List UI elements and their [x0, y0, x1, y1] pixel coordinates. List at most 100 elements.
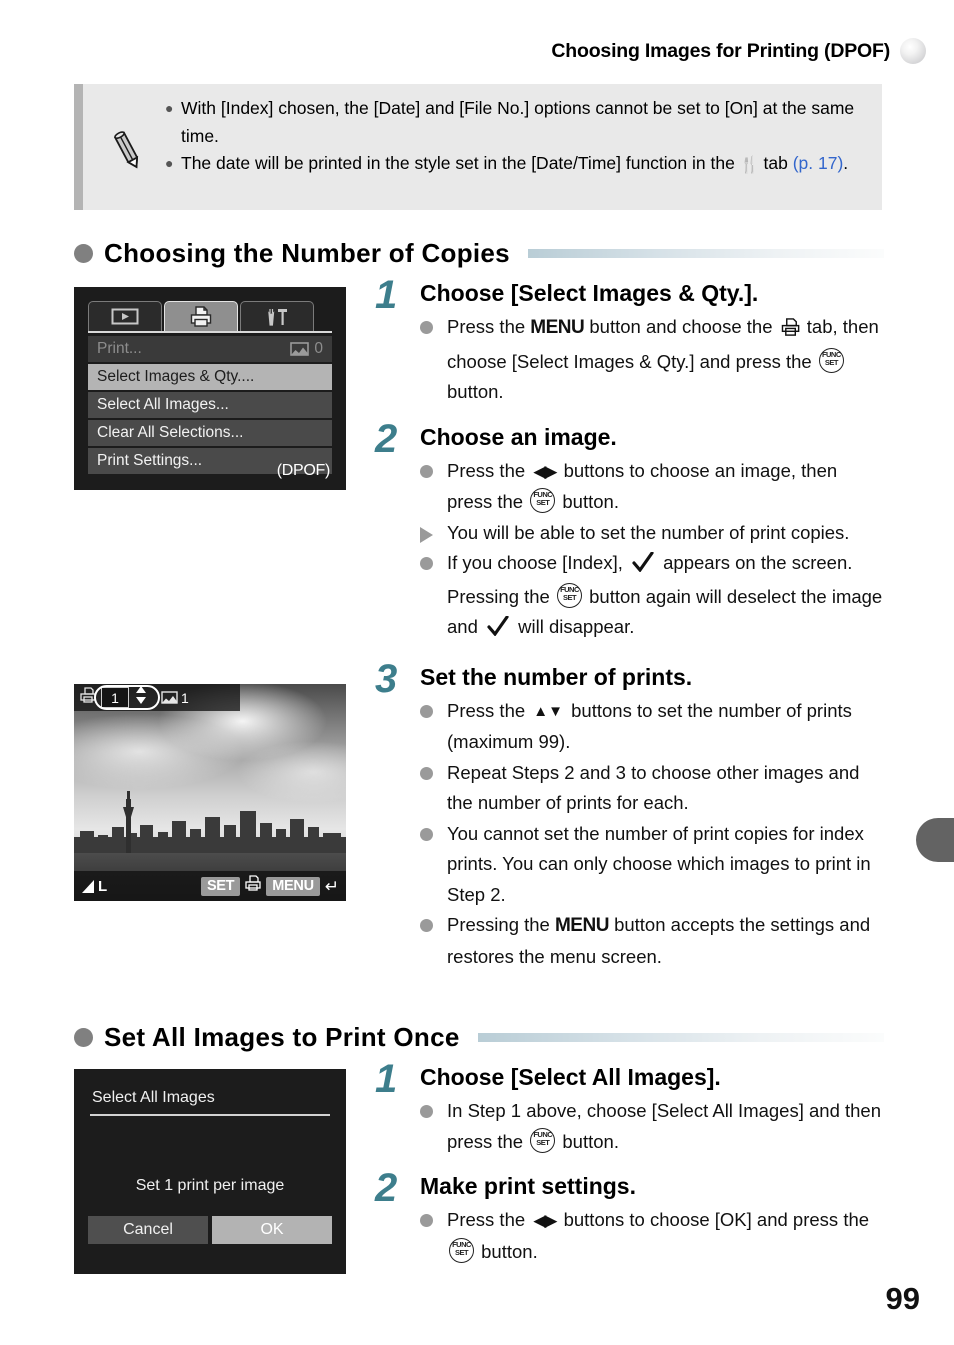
- print-frame-icon: [290, 342, 310, 356]
- bullet-text: Press the ▲▼ buttons to set the number o…: [447, 696, 887, 758]
- bullet-item: Press the ▲▼ buttons to set the number o…: [420, 696, 887, 758]
- camera-dialog-screenshot: Select All Images Set 1 print per image …: [74, 1069, 346, 1274]
- up-down-buttons-icon: ▲▼: [533, 702, 563, 720]
- step-body: Press the ◀▶ buttons to choose [OK] and …: [420, 1205, 887, 1267]
- bullet-text: In Step 1 above, choose [Select All Imag…: [447, 1100, 882, 1153]
- bullet-dot-icon: [420, 696, 447, 718]
- photo-action-hints: SET MENU ↵: [200, 875, 339, 897]
- section-title: Set All Images to Print Once: [104, 1021, 460, 1052]
- menu-tab-playback[interactable]: [88, 301, 162, 331]
- bullet-text: You will be able to set the number of pr…: [447, 521, 850, 543]
- menu-row-label: Select Images & Qty....: [97, 368, 255, 385]
- photo-bottom-overlay: L SET MENU ↵: [74, 871, 346, 901]
- step-body: In Step 1 above, choose [Select All Imag…: [420, 1096, 887, 1157]
- section-title: Choosing the Number of Copies: [104, 237, 510, 268]
- menu-row-select-all-images[interactable]: Select All Images...: [88, 392, 332, 418]
- image-quality-label: L: [98, 877, 108, 895]
- func-set-button-icon: FUNC SET: [449, 1237, 474, 1263]
- settings-tab-icon: [268, 308, 287, 326]
- menu-row-clear-all-selections[interactable]: Clear All Selections...: [88, 420, 332, 446]
- menu-tab-print[interactable]: [164, 301, 238, 331]
- menu-row-label: Print...: [97, 340, 142, 357]
- bullet-item: If you choose [Index], appears on the sc…: [420, 548, 887, 646]
- steps-copies: 1 Choose [Select Images & Qty.]. Press t…: [375, 273, 887, 978]
- menu-row-label: Select All Images...: [97, 396, 229, 413]
- menu-footer-dpof: (DPOF): [276, 462, 331, 479]
- bullet-item: You will be able to set the number of pr…: [420, 518, 887, 549]
- steps-all-images: 1 Choose [Select All Images]. In Step 1 …: [375, 1057, 887, 1273]
- bullet-item: Press the MENU button and choose the tab…: [420, 312, 887, 408]
- bullet-dot-icon: [420, 1205, 447, 1227]
- note-item-text-mid: tab: [763, 153, 788, 173]
- menu-row-label: Print Settings...: [97, 452, 203, 469]
- set-button-hint[interactable]: SET: [200, 876, 241, 896]
- dialog-divider: [90, 1114, 330, 1116]
- photo-top-overlay: 1 1: [74, 684, 240, 711]
- bullet-dot-icon: [420, 819, 447, 841]
- menu-row-value: 0: [290, 340, 323, 358]
- note-item-text-post: .: [843, 153, 849, 173]
- step-title: Set the number of prints.: [420, 663, 693, 690]
- note-item: ● With [Index] chosen, the [Date] and [F…: [165, 95, 868, 150]
- image-quality-large-icon: L: [81, 878, 107, 895]
- total-prints-icon: [161, 691, 178, 704]
- step-number: 1: [375, 273, 398, 317]
- menu-button-hint[interactable]: MENU: [266, 876, 320, 896]
- step-number: 1: [375, 1057, 398, 1101]
- step-title: Choose an image.: [420, 423, 617, 450]
- page-reference-link[interactable]: (p. 17): [793, 153, 844, 173]
- page-number: 99: [885, 1281, 920, 1316]
- left-right-buttons-icon: ◀▶: [533, 1211, 557, 1230]
- page-title: Choosing Images for Printing (DPOF): [551, 39, 890, 62]
- menu-button-icon: MENU: [530, 317, 585, 338]
- step-3: 3 Set the number of prints. Press the ▲▼…: [375, 656, 887, 973]
- bullet-item: In Step 1 above, choose [Select All Imag…: [420, 1096, 887, 1157]
- menu-tab-bar: [88, 299, 332, 331]
- bullet-text: If you choose [Index], appears on the sc…: [447, 548, 887, 646]
- bullet-dot-icon: [420, 758, 447, 780]
- note-box: ● With [Index] chosen, the [Date] and [F…: [74, 84, 882, 210]
- func-set-button-icon: FUNC SET: [556, 582, 582, 608]
- menu-row-select-images-qty[interactable]: Select Images & Qty....: [88, 364, 332, 390]
- bullet-item: Pressing the MENU button accepts the set…: [420, 910, 887, 972]
- bullet-triangle-icon: [420, 518, 447, 543]
- menu-tab-settings[interactable]: [240, 301, 314, 331]
- bullet-item: Repeat Steps 2 and 3 to choose other ima…: [420, 758, 887, 819]
- bullet-text: Press the ◀▶ buttons to choose an image,…: [447, 456, 887, 518]
- print-quantity-value[interactable]: 1: [101, 687, 129, 708]
- bullet-dot-icon: [420, 456, 447, 478]
- bullet-dot-icon: [420, 1096, 447, 1118]
- step-number: 3: [375, 656, 398, 701]
- dialog-cancel-button[interactable]: Cancel: [88, 1216, 208, 1244]
- bullet-item: Press the ◀▶ buttons to choose an image,…: [420, 456, 887, 518]
- print-copies-icon: [80, 686, 96, 709]
- section-rule: [477, 1032, 884, 1042]
- dialog-ok-button[interactable]: OK: [212, 1216, 332, 1244]
- step-1: 1 Choose [Select Images & Qty.]. Press t…: [375, 273, 887, 408]
- total-prints-value: 1: [181, 689, 189, 706]
- page-header: Choosing Images for Printing (DPOF): [551, 38, 926, 64]
- bullet-dot-icon: [420, 910, 447, 932]
- left-right-buttons-icon: ◀▶: [533, 461, 557, 481]
- bullet-text: Repeat Steps 2 and 3 to choose other ima…: [447, 761, 860, 814]
- playback-tab-icon: [111, 308, 139, 325]
- bullet-text: Press the ◀▶ buttons to choose [OK] and …: [447, 1205, 887, 1267]
- step-body: Press the ◀▶ buttons to choose an image,…: [420, 456, 887, 646]
- bullet-dot-icon: [420, 312, 447, 334]
- func-set-button-icon: FUNC SET: [530, 488, 556, 513]
- step-2: 2 Make print settings. Press the ◀▶ butt…: [375, 1168, 887, 1267]
- section-rule: [527, 248, 884, 258]
- menu-row-print[interactable]: Print... 0: [88, 336, 332, 362]
- step-title: Choose [Select Images & Qty.].: [420, 280, 759, 306]
- note-item-text: The date will be printed in the style se…: [181, 150, 868, 180]
- print-count-value: 0: [314, 340, 323, 357]
- settings-tab-icon: 🍴: [739, 157, 760, 174]
- total-prints-group: 1: [161, 690, 189, 706]
- note-bullet-icon: ●: [165, 155, 174, 171]
- step-title: Choose [Select All Images].: [420, 1064, 721, 1090]
- note-item-text-pre: The date will be printed in the style se…: [181, 153, 735, 173]
- up-down-stepper-icon[interactable]: [134, 685, 148, 710]
- menu-tab-divider: [88, 331, 332, 333]
- menu-row-label: Clear All Selections...: [97, 424, 244, 441]
- pencil-icon: [105, 128, 151, 174]
